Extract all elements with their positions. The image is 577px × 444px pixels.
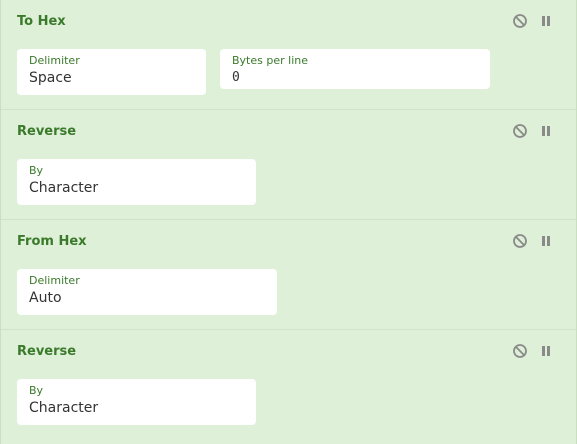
recipe-list: To Hex Delimiter Space Bytes per line 0 … xyxy=(0,0,577,444)
pause-icon[interactable] xyxy=(540,124,552,138)
field-label: By xyxy=(29,164,44,177)
recipe-operation-from-hex[interactable]: From Hex Delimiter Auto xyxy=(1,220,576,330)
pause-icon[interactable] xyxy=(540,344,552,358)
delimiter-field[interactable]: Delimiter Space xyxy=(17,49,206,95)
field-value: 0 xyxy=(232,70,240,85)
recipe-operation-reverse[interactable]: Reverse By Character xyxy=(1,330,576,444)
disable-icon[interactable] xyxy=(512,13,528,29)
field-value: Auto xyxy=(29,290,62,306)
operation-controls xyxy=(512,343,552,359)
by-field[interactable]: By Character xyxy=(17,379,256,425)
field-value: Character xyxy=(29,180,99,196)
pause-icon[interactable] xyxy=(540,14,552,28)
operation-controls xyxy=(512,123,552,139)
disable-icon[interactable] xyxy=(512,343,528,359)
operation-title: From Hex xyxy=(17,234,87,249)
operation-title: Reverse xyxy=(17,344,77,359)
field-value: Character xyxy=(29,400,99,416)
field-label: Delimiter xyxy=(29,274,80,287)
operation-title: Reverse xyxy=(17,124,77,139)
recipe-operation-to-hex[interactable]: To Hex Delimiter Space Bytes per line 0 xyxy=(1,0,576,110)
disable-icon[interactable] xyxy=(512,123,528,139)
field-label: Bytes per line xyxy=(232,54,308,67)
operation-title: To Hex xyxy=(17,14,66,29)
recipe-operation-reverse[interactable]: Reverse By Character xyxy=(1,110,576,220)
field-label: By xyxy=(29,384,44,397)
bytes-per-line-field[interactable]: Bytes per line 0 xyxy=(220,49,490,89)
by-field[interactable]: By Character xyxy=(17,159,256,205)
field-label: Delimiter xyxy=(29,54,80,67)
field-value: Space xyxy=(29,70,72,86)
pause-icon[interactable] xyxy=(540,234,552,248)
operation-controls xyxy=(512,13,552,29)
disable-icon[interactable] xyxy=(512,233,528,249)
operation-controls xyxy=(512,233,552,249)
delimiter-field[interactable]: Delimiter Auto xyxy=(17,269,277,315)
